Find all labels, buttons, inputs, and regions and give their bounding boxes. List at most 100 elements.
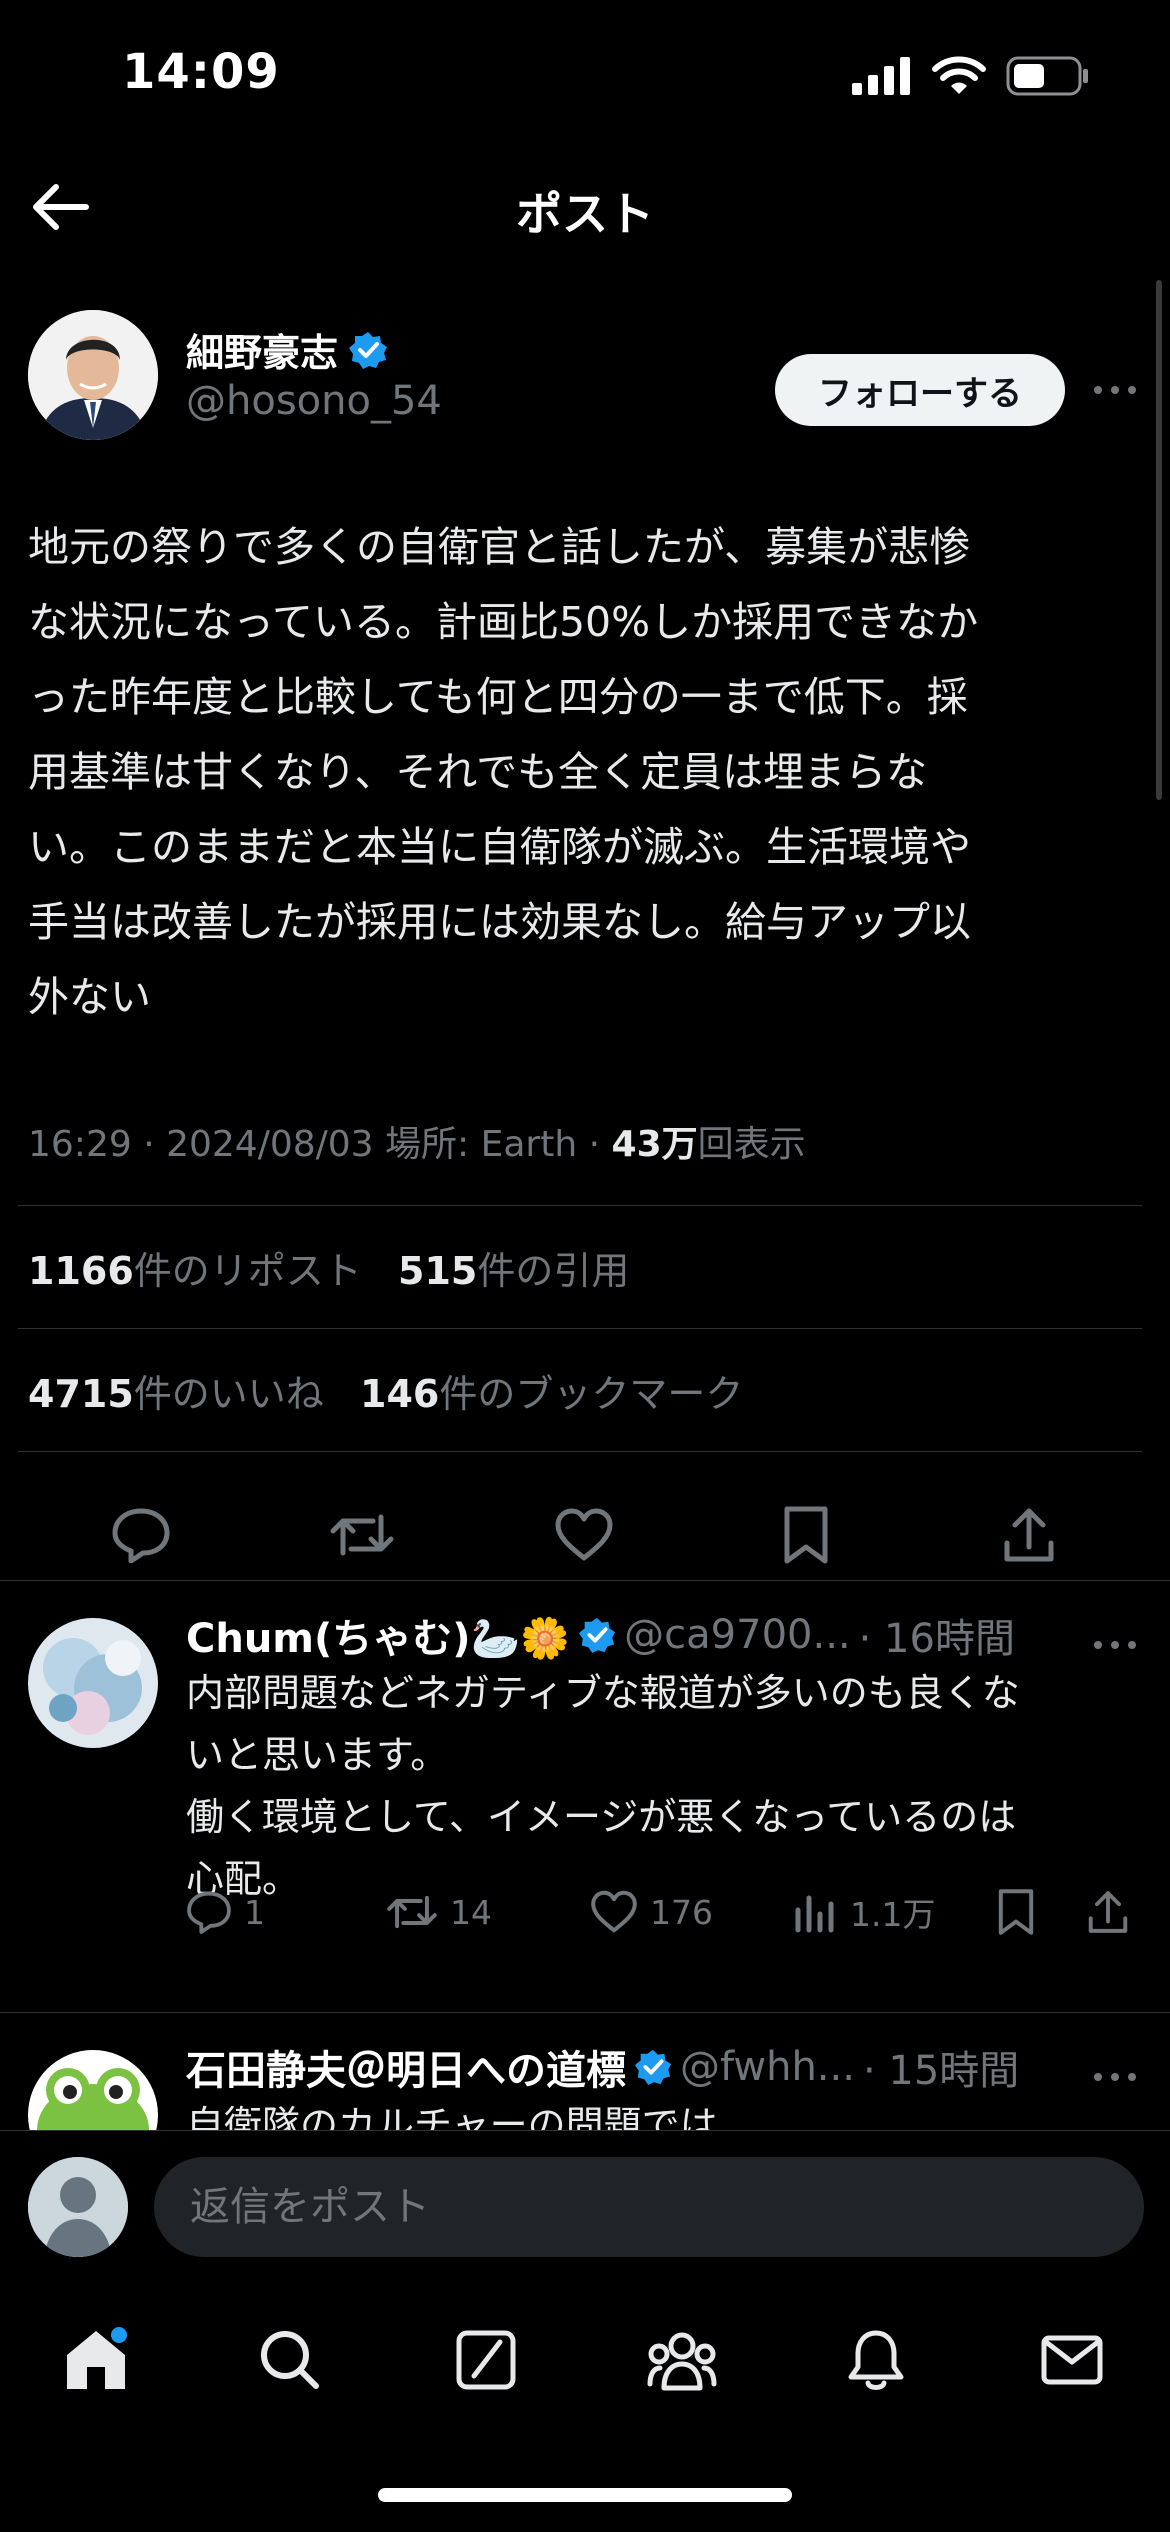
reply-header: Chum(ちゃむ)🦢🌼 @ca9700... · 16時間 [186,1606,1015,1664]
battery-icon [1006,56,1088,96]
views-label: 回表示 [697,1124,806,1165]
reply-author-handle[interactable]: @ca9700... [624,1612,850,1658]
divider [0,2012,1170,2013]
reply-share-button[interactable] [1086,1882,1130,1942]
reply-author-name[interactable]: Chum(ちゃむ)🦢🌼 [186,1606,570,1664]
repost-icon [387,1895,437,1929]
nav-communities[interactable] [642,2320,722,2400]
nav-messages[interactable] [1032,2320,1112,2400]
reply-author-name[interactable]: 石田静夫＠明日への道標 [186,2038,626,2096]
bookmarks-link[interactable]: 146件のブックマーク [360,1372,743,1416]
my-avatar[interactable] [28,2157,128,2257]
author-row: 細野豪志 @hosono_54 フォローする [0,310,1170,450]
reply-author-handle[interactable]: @fwhh... [680,2044,855,2090]
search-icon [261,2331,319,2389]
author-name: 細野豪志 [186,331,339,375]
more-icon [1094,2073,1136,2081]
reply-header: 石田静夫＠明日への道標 @fwhh... · 15時間 [186,2038,1019,2096]
more-icon [1094,386,1136,394]
post-location: 場所: Earth [385,1124,578,1165]
bookmark-icon [784,1506,828,1564]
likes-count: 4715 [28,1372,134,1416]
reply-icon [112,1508,170,1563]
reply-reply-button[interactable]: 1 [186,1882,265,1942]
divider [18,1328,1142,1329]
notifications-icon [848,2330,904,2390]
divider [0,1580,1170,1581]
bookmark-button[interactable] [771,1500,841,1570]
divider [18,1451,1142,1452]
more-button[interactable] [1090,370,1140,410]
home-icon [67,2327,127,2389]
reply-item[interactable]: Chum(ちゃむ)🦢🌼 @ca9700... · 16時間 内部問題などネガティ… [0,1582,1170,2012]
verified-badge-icon [634,2049,672,2086]
like-button[interactable] [549,1500,619,1570]
reply-bookmark-button[interactable] [996,1882,1036,1942]
reply-text: 自衛隊のカルチャーの問題では [186,2103,718,2130]
share-button[interactable] [994,1500,1064,1570]
quotes-label: 件の引用 [477,1249,630,1293]
divider [18,1205,1142,1206]
reply-avatar-image [28,1618,158,1748]
bookmark-icon [998,1889,1034,1935]
reply-button[interactable] [106,1500,176,1570]
signal-icon [852,57,910,95]
reply-icon [187,1891,231,1934]
post-text: 地元の祭りで多くの自衛官と話したが、募集が悲惨 な状況になっている。計画比50%… [28,523,979,1021]
views-count: 43万 [611,1124,698,1165]
frog-avatar-image [28,2050,158,2130]
nav-grok[interactable] [446,2320,526,2400]
bookmarks-label: 件のブックマーク [439,1372,744,1416]
reply-avatar[interactable] [28,2050,158,2130]
top-header: ポスト [0,140,1170,270]
author-name-wrap[interactable]: 細野豪志 [186,322,388,377]
reply-text: 内部問題などネガティブな報道が多いのも良くな いと思います。 働く環境として、イ… [186,1671,1020,1901]
reposts-count: 1166 [28,1249,134,1293]
reply-like-button[interactable]: 176 [590,1882,713,1942]
nav-notifications[interactable] [836,2320,916,2400]
nav-home[interactable] [56,2320,136,2400]
status-time: 14:09 [122,44,280,100]
reply-views-button[interactable]: 1.1万 [794,1882,935,1942]
nav-search[interactable] [250,2320,330,2400]
author-portrait [28,310,158,440]
repost-icon [330,1514,394,1556]
reply-like-count: 176 [650,1892,713,1932]
author-handle[interactable]: @hosono_54 [186,378,442,424]
home-indicator[interactable] [378,2488,792,2502]
follow-button[interactable]: フォローする [775,354,1065,426]
like-stats: 4715件のいいね 146件のブックマーク [28,1363,743,1418]
verified-badge-icon [579,1617,616,1654]
views-icon [795,1895,834,1933]
default-avatar-icon [28,2157,128,2257]
post-date: 2024/08/03 [166,1124,374,1165]
reply-views-count: 1.1万 [850,1895,936,1934]
repost-button[interactable] [327,1500,397,1570]
messages-icon [1041,2335,1103,2385]
reply-input[interactable] [154,2157,1144,2257]
reply-more-button[interactable] [1090,2062,1140,2092]
reply-avatar[interactable] [28,1618,158,1748]
verified-badge-icon [349,331,388,369]
page-title: ポスト [516,187,654,241]
quotes-count: 515 [398,1249,478,1293]
reply-repost-button[interactable]: 14 [386,1882,492,1942]
post-time: 16:29 [28,1124,132,1165]
reposts-link[interactable]: 1166件のリポスト [28,1249,362,1293]
author-avatar[interactable] [28,310,158,440]
reposts-label: 件のリポスト [133,1249,362,1293]
share-icon [1004,1508,1054,1562]
reply-more-button[interactable] [1090,1630,1140,1660]
wifi-icon [932,56,986,94]
communities-icon [647,2332,717,2391]
reply-composer [0,2130,1170,2290]
reply-item[interactable]: 石田静夫＠明日への道標 @fwhh... · 15時間 自衛隊のカルチャーの問題… [0,2014,1170,2130]
reply-reply-count: 1 [244,1892,265,1932]
reply-actions: 1 14 176 1.1万 [186,1882,1146,1942]
like-icon [555,1508,613,1561]
like-icon [591,1890,637,1933]
quotes-link[interactable]: 515件の引用 [398,1249,629,1293]
reply-repost-count: 14 [450,1892,492,1932]
likes-link[interactable]: 4715件のいいね [28,1372,324,1416]
status-icons [852,56,1090,96]
